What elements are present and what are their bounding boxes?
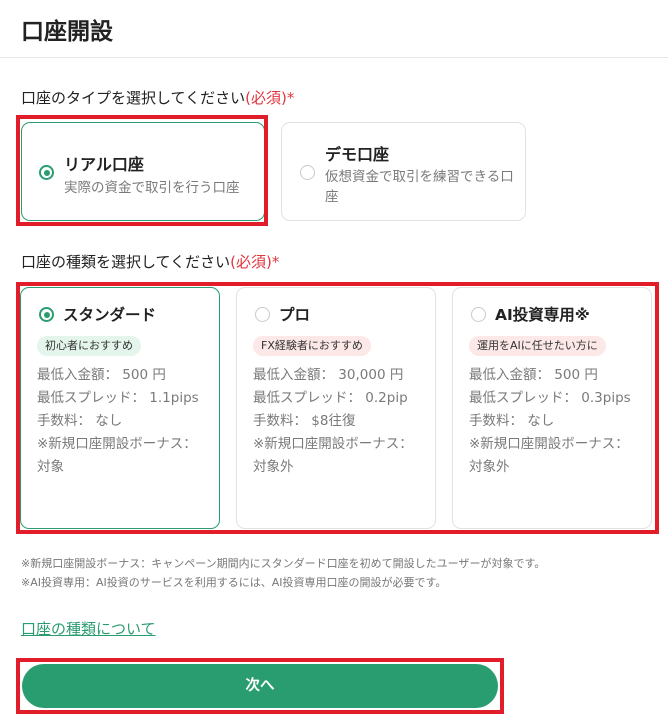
- plan-details: 最低入金額： 30,000 円 最低スプレッド： 0.2pip 手数料： $8往…: [253, 364, 429, 479]
- radio-unselected-icon[interactable]: [300, 165, 315, 180]
- plan-fee: 手数料： $8往復: [253, 413, 356, 429]
- radio-unselected-icon[interactable]: [255, 307, 270, 322]
- plan-name: スタンダード: [63, 306, 157, 324]
- plan-name: AI投資専用※: [495, 306, 590, 324]
- page-title: 口座開設: [21, 19, 113, 45]
- plan-min-deposit: 最低入金額： 30,000 円: [253, 367, 404, 383]
- plan-bonus: ※新規口座開設ボーナス： 対象: [37, 436, 197, 475]
- account-option-demo-title: デモ口座: [325, 145, 390, 164]
- plan-fee: 手数料： なし: [37, 413, 123, 429]
- required-mark: (必須)*: [230, 253, 280, 271]
- account-option-demo[interactable]: デモ口座 仮想資金で取引を練習できる口座: [281, 122, 526, 221]
- plan-min-deposit: 最低入金額： 500 円: [37, 367, 166, 383]
- plan-card-standard[interactable]: スタンダード 初心者におすすめ 最低入金額： 500 円 最低スプレッド： 1.…: [20, 287, 220, 529]
- account-kind-label: 口座の種類を選択してください(必須)*: [21, 251, 279, 272]
- plan-badge: 運用をAIに任せたい方に: [469, 336, 606, 356]
- footnotes: ※新規口座開設ボーナス：キャンペーン期間内にスタンダード口座を初めて開設したユー…: [21, 554, 545, 592]
- plan-bonus: ※新規口座開設ボーナス： 対象外: [469, 436, 629, 475]
- radio-selected-icon[interactable]: [39, 165, 54, 180]
- plan-min-spread: 最低スプレッド： 1.1pips: [37, 390, 199, 406]
- plan-bonus: ※新規口座開設ボーナス： 対象外: [253, 436, 413, 475]
- next-button[interactable]: 次へ: [22, 664, 498, 708]
- account-option-real-title: リアル口座: [64, 155, 144, 174]
- plan-badge: FX経験者におすすめ: [253, 336, 371, 356]
- plan-fee: 手数料： なし: [469, 413, 555, 429]
- account-types-link[interactable]: 口座の種類について: [21, 618, 156, 639]
- plan-name: プロ: [279, 306, 311, 324]
- plan-details: 最低入金額： 500 円 最低スプレッド： 0.3pips 手数料： なし ※新…: [469, 364, 645, 479]
- account-option-real-desc: 実際の資金で取引を行う口座: [64, 180, 240, 196]
- radio-selected-icon[interactable]: [39, 307, 54, 322]
- plan-badge: 初心者におすすめ: [37, 336, 141, 356]
- footnote-bonus: ※新規口座開設ボーナス：キャンペーン期間内にスタンダード口座を初めて開設したユー…: [21, 557, 546, 570]
- account-option-demo-desc: 仮想資金で取引を練習できる口座: [325, 169, 514, 205]
- account-type-label: 口座のタイプを選択してください(必須)*: [21, 87, 294, 108]
- plan-min-deposit: 最低入金額： 500 円: [469, 367, 598, 383]
- footnote-ai: ※AI投資専用：AI投資のサービスを利用するには、AI投資専用口座の開設が必要で…: [21, 576, 447, 589]
- plan-min-spread: 最低スプレッド： 0.2pip: [253, 390, 408, 406]
- required-mark: (必須)*: [245, 89, 295, 107]
- account-type-label-text: 口座のタイプを選択してください: [21, 89, 246, 107]
- page-header: 口座開設: [0, 0, 668, 58]
- account-option-real[interactable]: リアル口座 実際の資金で取引を行う口座: [21, 122, 265, 221]
- account-kind-label-text: 口座の種類を選択してください: [21, 253, 231, 271]
- plan-details: 最低入金額： 500 円 最低スプレッド： 1.1pips 手数料： なし ※新…: [37, 364, 213, 479]
- plan-card-ai[interactable]: AI投資専用※ 運用をAIに任せたい方に 最低入金額： 500 円 最低スプレッ…: [452, 287, 652, 529]
- plan-card-pro[interactable]: プロ FX経験者におすすめ 最低入金額： 30,000 円 最低スプレッド： 0…: [236, 287, 436, 529]
- plan-min-spread: 最低スプレッド： 0.3pips: [469, 390, 631, 406]
- radio-unselected-icon[interactable]: [471, 307, 486, 322]
